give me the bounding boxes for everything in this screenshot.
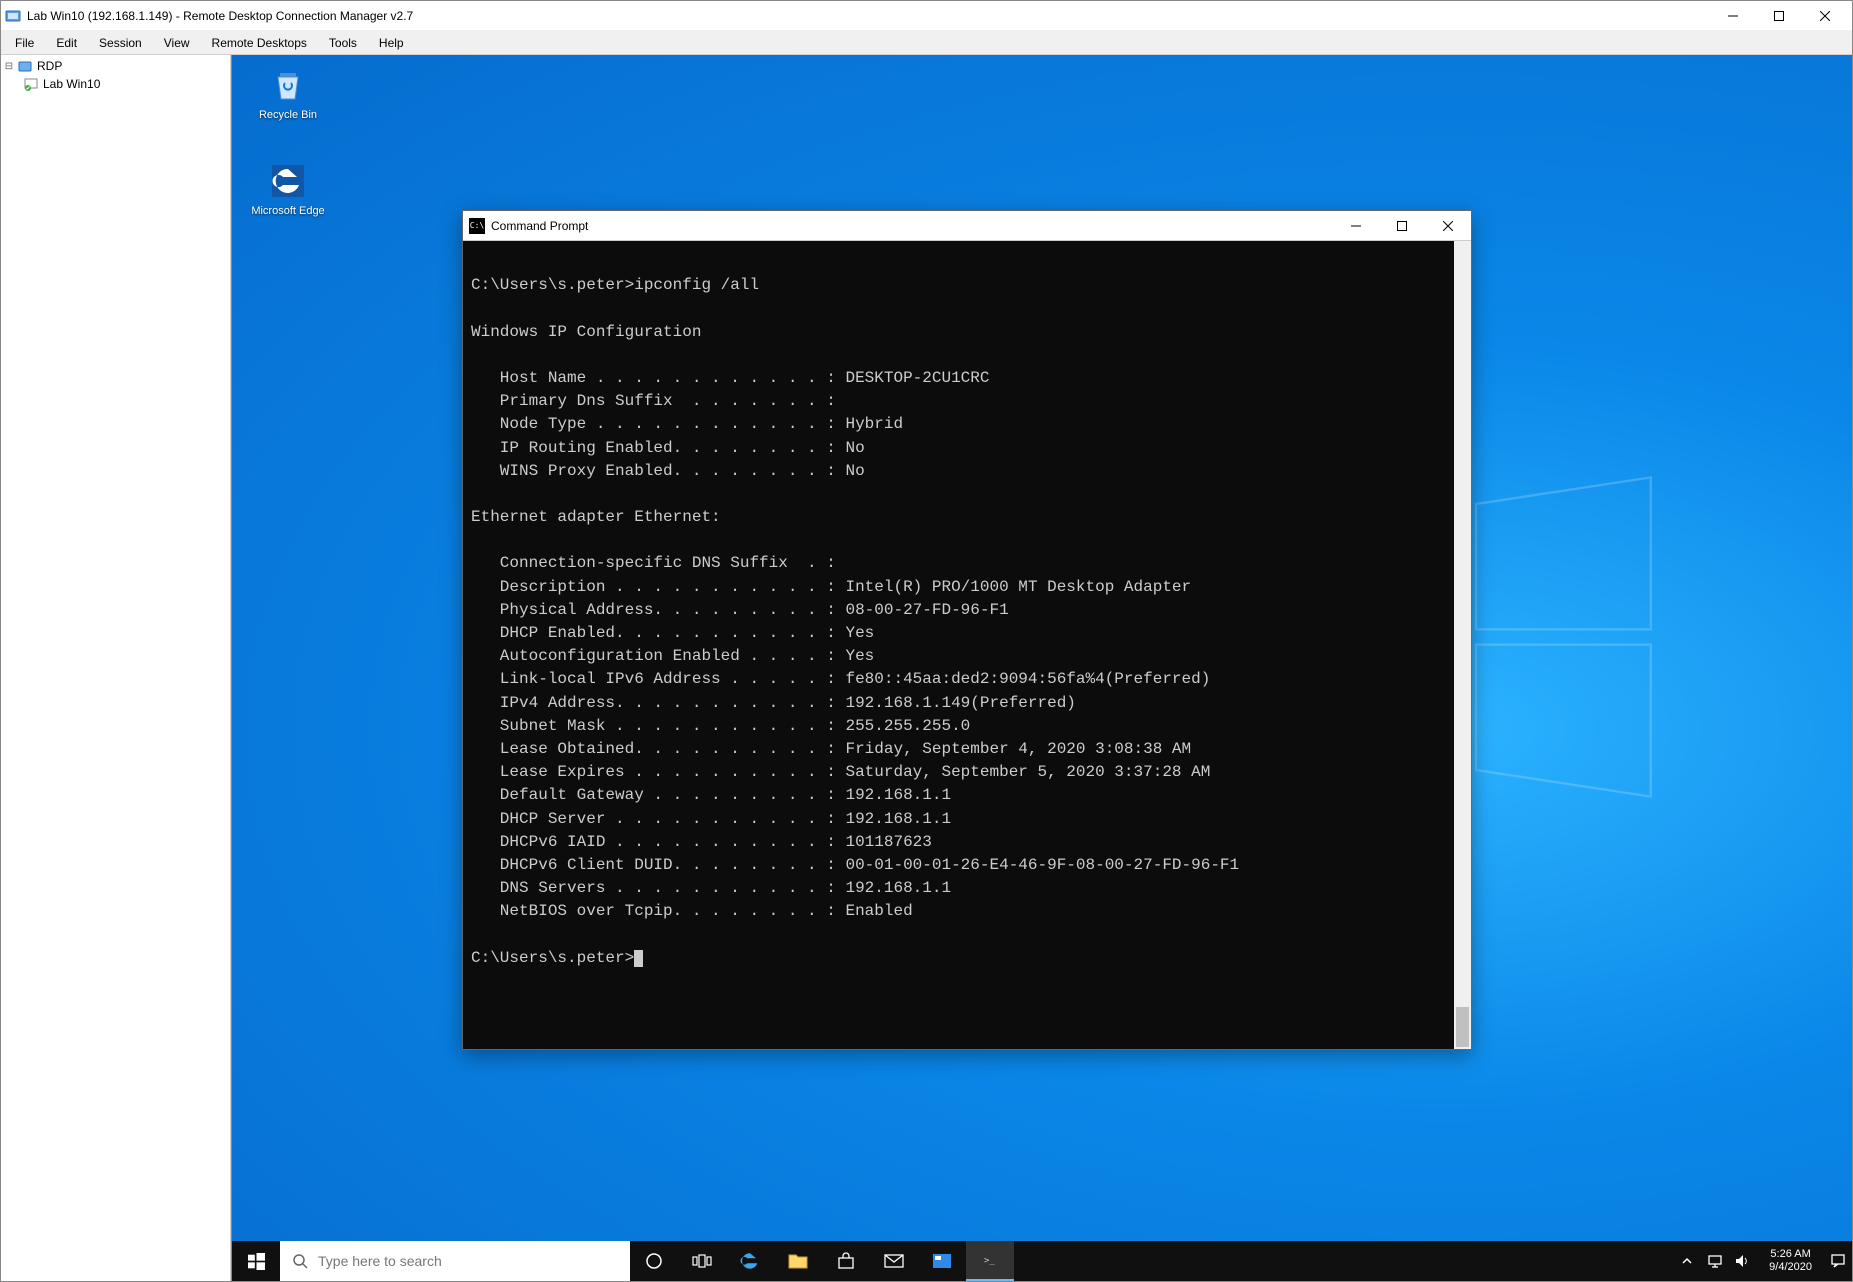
edge-icon: [266, 159, 310, 203]
app-icon: [5, 8, 21, 24]
clock-time: 5:26 AM: [1769, 1248, 1812, 1261]
cmd-line: Host Name . . . . . . . . . . . . : DESK…: [471, 369, 989, 387]
desktop-icon-recycle-bin[interactable]: Recycle Bin: [250, 63, 326, 121]
cmd-line: DHCPv6 IAID . . . . . . . . . . . : 1011…: [471, 833, 932, 851]
cmd-line: Subnet Mask . . . . . . . . . . . : 255.…: [471, 717, 970, 735]
menubar: File Edit Session View Remote Desktops T…: [1, 31, 1852, 55]
menu-tools[interactable]: Tools: [319, 33, 367, 53]
cmd-line: Link-local IPv6 Address . . . . . : fe80…: [471, 670, 1210, 688]
menu-view[interactable]: View: [154, 33, 200, 53]
tray-volume-icon[interactable]: [1733, 1254, 1753, 1268]
server-connected-icon: [23, 76, 39, 92]
tree-node-label: Lab Win10: [41, 77, 102, 91]
app-minimize-button[interactable]: [1710, 1, 1756, 31]
tree-root-rdp[interactable]: ⊟ RDP: [1, 57, 230, 75]
taskbar-store[interactable]: [822, 1241, 870, 1281]
cmd-cursor: [634, 950, 643, 967]
tree-node-labwin10[interactable]: Lab Win10: [1, 75, 230, 93]
system-tray: 5:26 AM 9/4/2020: [1677, 1248, 1852, 1273]
cmd-line: DHCP Enabled. . . . . . . . . . . : Yes: [471, 624, 874, 642]
cmd-line: Lease Obtained. . . . . . . . . . : Frid…: [471, 740, 1191, 758]
taskbar-clock[interactable]: 5:26 AM 9/4/2020: [1761, 1248, 1820, 1273]
tray-network-icon[interactable]: [1705, 1254, 1725, 1268]
cmd-line: Description . . . . . . . . . . . : Inte…: [471, 578, 1191, 596]
desktop-icon-label: Recycle Bin: [250, 109, 326, 121]
menu-remote[interactable]: Remote Desktops: [202, 33, 317, 53]
cmd-line: Primary Dns Suffix . . . . . . . :: [471, 392, 836, 410]
taskbar: Type here to search: [232, 1241, 1852, 1281]
svg-text:>_: >_: [984, 1256, 995, 1266]
menu-edit[interactable]: Edit: [46, 33, 87, 53]
taskbar-pinned-app[interactable]: [918, 1241, 966, 1281]
tree-expander-icon[interactable]: ⊟: [3, 61, 15, 72]
cmd-line: DNS Servers . . . . . . . . . . . : 192.…: [471, 879, 951, 897]
cmd-output[interactable]: C:\Users\s.peter>ipconfig /all Windows I…: [463, 241, 1471, 1049]
cmd-prompt: C:\Users\s.peter>: [471, 949, 634, 967]
taskbar-search[interactable]: Type here to search: [280, 1241, 630, 1281]
taskbar-cmd-running[interactable]: >_: [966, 1241, 1014, 1281]
taskbar-explorer[interactable]: [774, 1241, 822, 1281]
desktop-icon-label: Microsoft Edge: [250, 205, 326, 217]
cmd-line: Connection-specific DNS Suffix . :: [471, 554, 836, 572]
cmd-window[interactable]: C:\ Command Prompt C:\Users\s.peter>ipco…: [462, 210, 1472, 1050]
app-maximize-button[interactable]: [1756, 1, 1802, 31]
cmd-line: DHCPv6 Client DUID. . . . . . . . : 00-0…: [471, 856, 1239, 874]
app-title: Lab Win10 (192.168.1.149) - Remote Deskt…: [27, 9, 413, 23]
search-icon: [292, 1253, 308, 1269]
cmd-line: Node Type . . . . . . . . . . . . : Hybr…: [471, 415, 903, 433]
menu-help[interactable]: Help: [369, 33, 414, 53]
cmd-minimize-button[interactable]: [1333, 211, 1379, 241]
taskbar-cortana[interactable]: [630, 1241, 678, 1281]
group-icon: [17, 58, 33, 74]
server-tree[interactable]: ⊟ RDP Lab Win10: [1, 55, 231, 1281]
cmd-line: IP Routing Enabled. . . . . . . . : No: [471, 439, 865, 457]
cmd-line: Ethernet adapter Ethernet:: [471, 508, 721, 526]
cmd-line: WINS Proxy Enabled. . . . . . . . : No: [471, 462, 865, 480]
tray-action-center-icon[interactable]: [1828, 1253, 1848, 1269]
taskbar-mail[interactable]: [870, 1241, 918, 1281]
cmd-line: Lease Expires . . . . . . . . . . : Satu…: [471, 763, 1210, 781]
cmd-titlebar[interactable]: C:\ Command Prompt: [463, 211, 1471, 241]
cmd-line: C:\Users\s.peter>ipconfig /all: [471, 276, 759, 294]
app-close-button[interactable]: [1802, 1, 1848, 31]
cmd-icon: C:\: [469, 218, 485, 234]
main-area: ⊟ RDP Lab Win10: [1, 55, 1852, 1281]
cmd-line: DHCP Server . . . . . . . . . . . : 192.…: [471, 810, 951, 828]
cmd-scrollbar-thumb[interactable]: [1456, 1007, 1469, 1047]
cmd-close-button[interactable]: [1425, 211, 1471, 241]
cmd-title: Command Prompt: [491, 219, 1333, 233]
app-titlebar: Lab Win10 (192.168.1.149) - Remote Deskt…: [1, 1, 1852, 31]
menu-file[interactable]: File: [5, 33, 44, 53]
cmd-line: Default Gateway . . . . . . . . . : 192.…: [471, 786, 951, 804]
tree-root-label: RDP: [35, 59, 64, 73]
cmd-scrollbar[interactable]: [1454, 241, 1471, 1049]
search-placeholder: Type here to search: [318, 1253, 442, 1269]
tray-chevron-up-icon[interactable]: [1677, 1256, 1697, 1266]
cmd-line: Physical Address. . . . . . . . . : 08-0…: [471, 601, 1009, 619]
cmd-maximize-button[interactable]: [1379, 211, 1425, 241]
remote-desktop-viewport[interactable]: Recycle Bin Microsoft Edge C:\ Command P…: [231, 55, 1852, 1281]
cmd-line: Autoconfiguration Enabled . . . . : Yes: [471, 647, 874, 665]
start-button[interactable]: [232, 1241, 280, 1281]
recycle-bin-icon: [266, 63, 310, 107]
taskbar-edge[interactable]: [726, 1241, 774, 1281]
menu-session[interactable]: Session: [89, 33, 152, 53]
desktop-icon-edge[interactable]: Microsoft Edge: [250, 159, 326, 217]
cmd-line: NetBIOS over Tcpip. . . . . . . . : Enab…: [471, 902, 913, 920]
clock-date: 9/4/2020: [1769, 1261, 1812, 1274]
cmd-line: IPv4 Address. . . . . . . . . . . : 192.…: [471, 694, 1076, 712]
cmd-line: Windows IP Configuration: [471, 323, 701, 341]
taskbar-taskview[interactable]: [678, 1241, 726, 1281]
